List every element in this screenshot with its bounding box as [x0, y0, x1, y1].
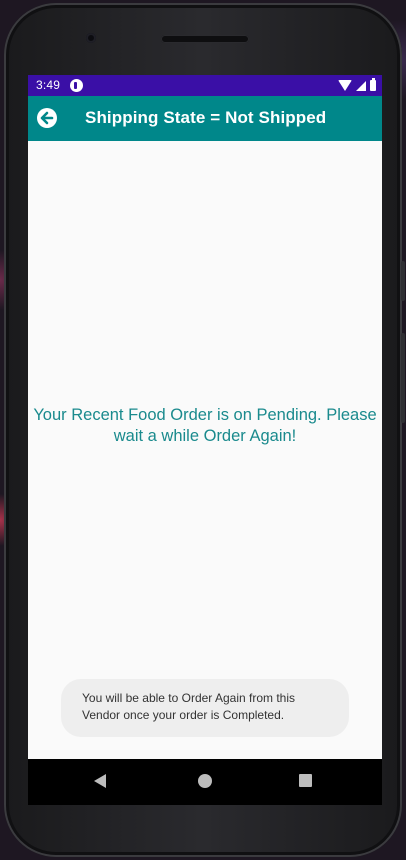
front-camera — [86, 33, 96, 43]
navigation-bar — [28, 759, 382, 805]
nav-recents-icon[interactable] — [299, 774, 312, 787]
signal-icon — [356, 80, 366, 91]
device-screen: 3:49 Shipping State = Not Shipped Your R… — [28, 75, 382, 805]
app-bar: Shipping State = Not Shipped — [28, 96, 382, 141]
main-content: Your Recent Food Order is on Pending. Pl… — [28, 141, 382, 759]
app-notification-icon — [70, 79, 83, 92]
earpiece-speaker — [161, 35, 249, 43]
power-button — [401, 333, 405, 423]
back-arrow-circle-icon — [40, 111, 54, 125]
status-time: 3:49 — [36, 78, 61, 92]
back-button[interactable] — [37, 108, 57, 128]
pending-order-message: Your Recent Food Order is on Pending. Pl… — [33, 406, 377, 445]
nav-home-icon[interactable] — [198, 774, 212, 788]
status-icons — [338, 78, 376, 92]
nav-back-icon[interactable] — [94, 774, 106, 788]
toast-notification: You will be able to Order Again from thi… — [61, 679, 349, 737]
battery-icon — [370, 78, 376, 91]
volume-button — [401, 261, 405, 301]
phone-frame: 3:49 Shipping State = Not Shipped Your R… — [4, 3, 405, 857]
status-bar: 3:49 — [28, 75, 382, 96]
page-title: Shipping State = Not Shipped — [85, 108, 327, 127]
wifi-icon — [338, 80, 352, 91]
